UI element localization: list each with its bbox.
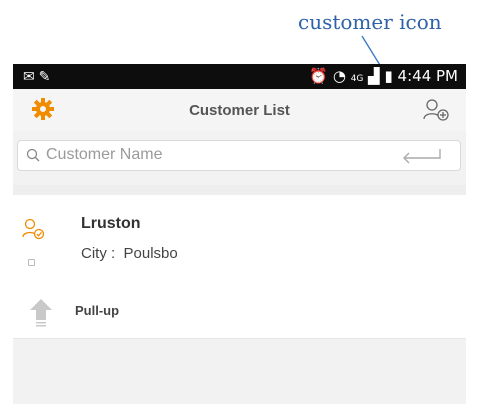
status-time: 4:44 PM [397,67,458,85]
enter-icon[interactable] [402,148,442,169]
search-icon [26,148,40,167]
status-bar: ✉ ✎ ⏰ ◔ 4G ▟ ▮ 4:44 PM [13,64,466,89]
network-label: 4G [350,74,364,84]
add-customer-icon[interactable] [422,98,450,127]
search-field[interactable]: Customer Name [17,140,461,171]
app-header: Customer List [13,89,466,131]
customer-icon [21,218,45,245]
notification-icons: ✉ ✎ [23,68,51,84]
status-right: ⏰ ◔ 4G ▟ ▮ 4:44 PM [309,67,458,85]
customer-city: City : Poulsbo [81,245,178,262]
arrow-up-icon [29,298,53,333]
page-title: Customer List [189,102,290,119]
pull-up-row[interactable]: Pull-up [13,286,466,339]
customer-list-item[interactable]: Lruston City : Poulsbo [13,195,466,287]
phone-screen: ✉ ✎ ⏰ ◔ 4G ▟ ▮ 4:44 PM Customer List Cus… [13,64,466,404]
pull-up-label: Pull-up [75,303,120,318]
battery-icon: ▮ [384,67,393,85]
signal-icon: ▟ [368,67,380,85]
search-placeholder: Customer Name [46,146,163,163]
alarm-icon: ⏰ [309,67,329,85]
selection-marker [28,259,35,266]
wifi-icon: ◔ [332,67,346,85]
customer-name: Lruston [81,215,141,232]
divider [13,185,466,195]
